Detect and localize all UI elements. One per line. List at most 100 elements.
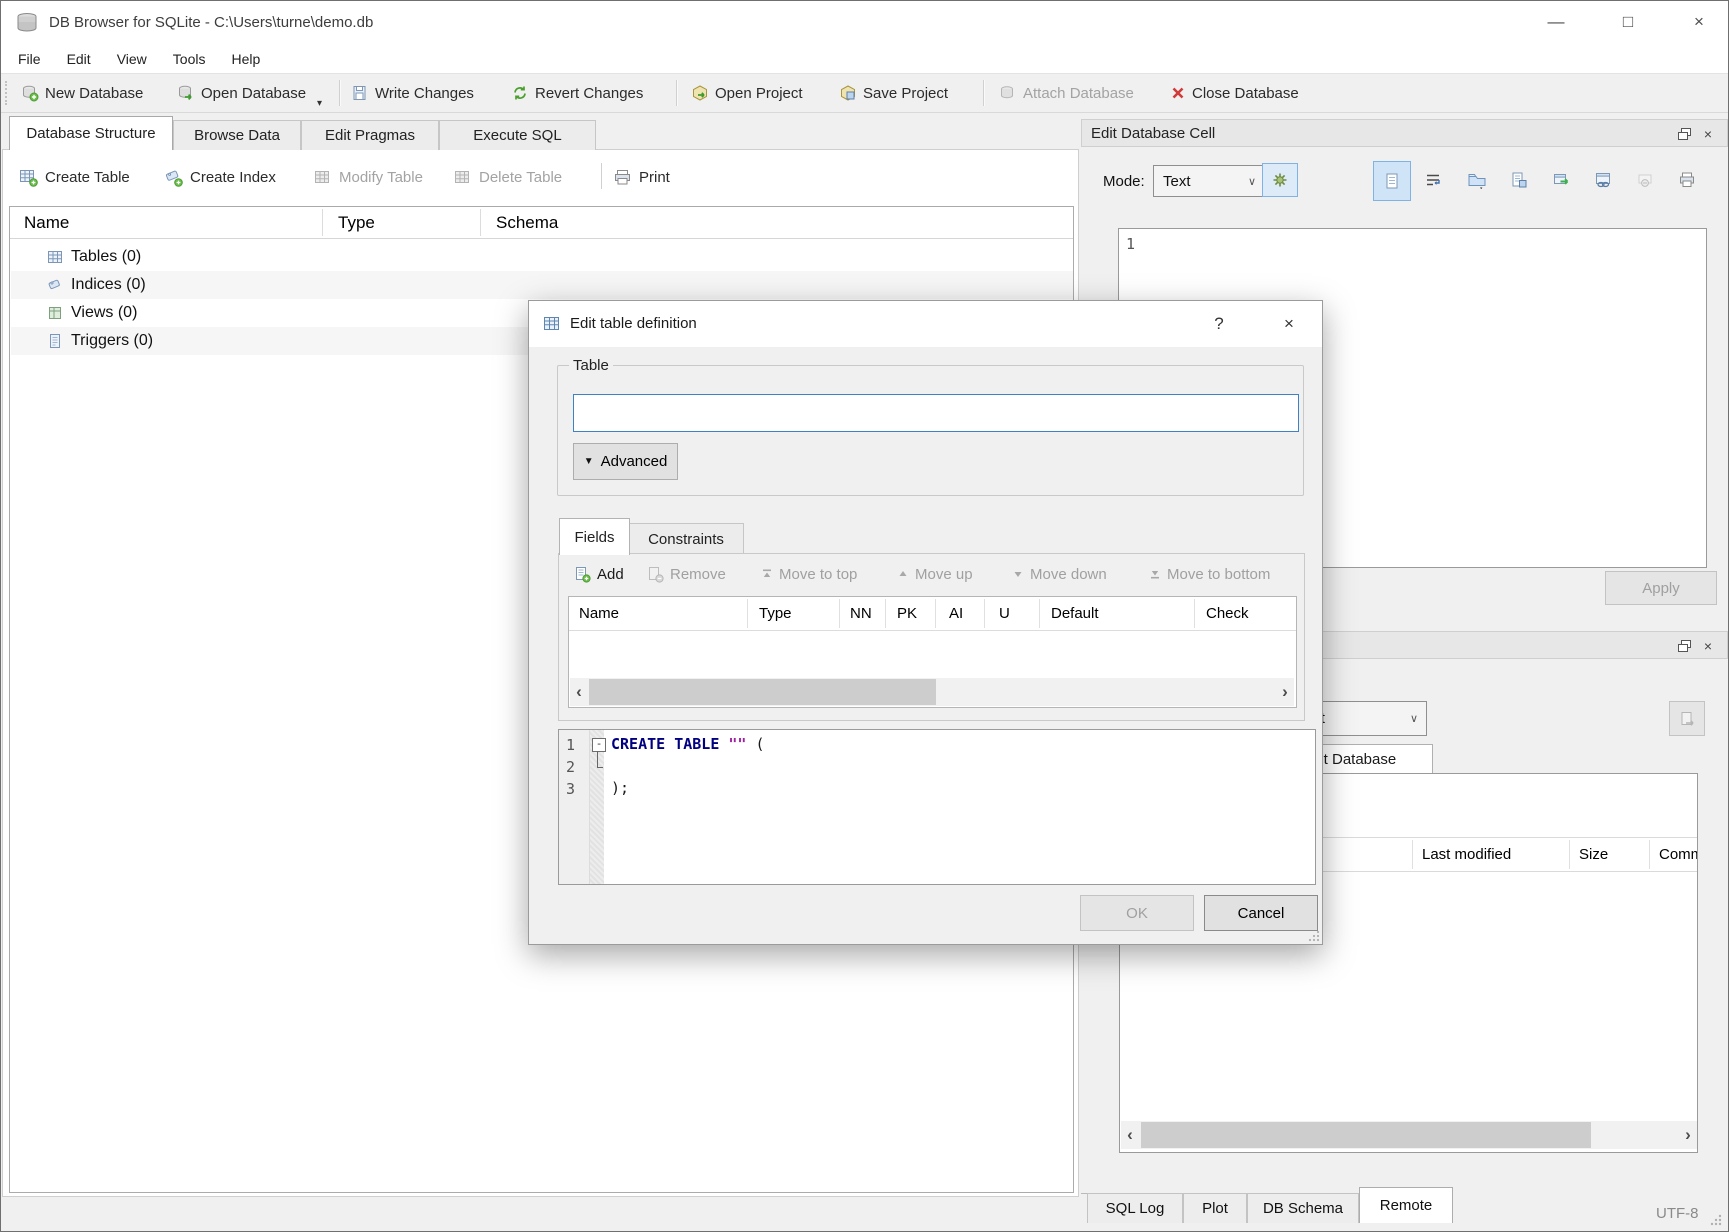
column-divider[interactable] bbox=[984, 599, 985, 628]
float-panel-icon[interactable] bbox=[1674, 637, 1694, 655]
dialog-resize-grip[interactable] bbox=[1307, 929, 1321, 943]
field-column-name[interactable]: Name bbox=[579, 597, 619, 630]
create-index-button[interactable]: Create Index bbox=[164, 157, 276, 197]
move-down-button[interactable]: Move down bbox=[1012, 559, 1107, 589]
tab-plot[interactable]: Plot bbox=[1183, 1193, 1247, 1223]
scroll-left-icon[interactable]: ‹ bbox=[570, 678, 588, 706]
tab-sql-log[interactable]: SQL Log bbox=[1087, 1193, 1183, 1223]
scrollbar-thumb[interactable] bbox=[589, 679, 936, 705]
sql-preview-editor[interactable]: 1 2 3 - CREATE TABLE "" ( ); bbox=[558, 729, 1316, 885]
column-divider[interactable] bbox=[1412, 840, 1413, 869]
link-data-button[interactable] bbox=[1585, 161, 1621, 199]
close-database-button[interactable]: Close Database bbox=[1170, 74, 1299, 112]
import-text-button[interactable] bbox=[1457, 161, 1497, 199]
word-wrap-button[interactable] bbox=[1415, 161, 1451, 199]
print-button[interactable]: Print bbox=[613, 157, 670, 197]
column-divider[interactable] bbox=[839, 599, 840, 628]
write-changes-button[interactable]: Write Changes bbox=[351, 74, 474, 112]
column-divider[interactable] bbox=[1649, 840, 1650, 869]
remote-horizontal-scrollbar[interactable]: ‹ › bbox=[1121, 1121, 1697, 1149]
tab-constraints[interactable]: Constraints bbox=[628, 523, 744, 555]
menu-edit[interactable]: Edit bbox=[67, 51, 91, 67]
scroll-right-icon[interactable]: › bbox=[1276, 678, 1294, 706]
open-in-external-button[interactable] bbox=[1543, 161, 1579, 199]
column-divider[interactable] bbox=[480, 209, 481, 236]
menu-file[interactable]: File bbox=[18, 51, 41, 67]
scroll-right-icon[interactable]: › bbox=[1679, 1121, 1697, 1149]
export-text-button[interactable] bbox=[1501, 161, 1537, 199]
column-last-modified[interactable]: Last modified bbox=[1422, 838, 1511, 871]
tab-browse-data[interactable]: Browse Data bbox=[173, 120, 301, 150]
fold-marker-icon[interactable]: - bbox=[592, 738, 606, 752]
fields-horizontal-scrollbar[interactable]: ‹ › bbox=[570, 678, 1294, 706]
tree-item-indices[interactable]: Indices (0) bbox=[11, 271, 1073, 299]
dialog-close-icon[interactable]: × bbox=[1274, 309, 1304, 339]
open-project-button[interactable]: Open Project bbox=[691, 74, 803, 112]
scroll-left-icon[interactable]: ‹ bbox=[1121, 1121, 1139, 1149]
menu-view[interactable]: View bbox=[117, 51, 147, 67]
column-divider[interactable] bbox=[747, 599, 748, 628]
new-database-button[interactable]: New Database bbox=[21, 74, 143, 112]
move-up-button[interactable]: Move up bbox=[897, 559, 973, 589]
tree-column-schema[interactable]: Schema bbox=[496, 207, 558, 238]
mode-combobox[interactable]: Text ∨ bbox=[1153, 165, 1265, 197]
tab-remote[interactable]: Remote bbox=[1359, 1187, 1453, 1223]
field-column-default[interactable]: Default bbox=[1051, 597, 1099, 630]
column-commit[interactable]: Comm bbox=[1659, 838, 1698, 871]
text-mode-button[interactable] bbox=[1373, 161, 1411, 201]
save-project-button[interactable]: Save Project bbox=[839, 74, 948, 112]
revert-changes-button[interactable]: Revert Changes bbox=[511, 74, 643, 112]
create-table-button[interactable]: Create Table bbox=[19, 157, 130, 197]
column-divider[interactable] bbox=[885, 599, 886, 628]
ok-button[interactable]: OK bbox=[1080, 895, 1194, 931]
move-to-top-button[interactable]: Move to top bbox=[761, 559, 857, 589]
modify-table-button[interactable]: Modify Table bbox=[313, 157, 423, 197]
close-panel-icon[interactable]: × bbox=[1698, 637, 1718, 655]
print-cell-button[interactable] bbox=[1669, 161, 1705, 199]
remove-field-button[interactable]: Remove bbox=[647, 559, 726, 589]
maximize-icon[interactable]: □ bbox=[1611, 7, 1645, 37]
open-database-button[interactable]: Open Database bbox=[177, 74, 306, 112]
edit-cell-dock-header[interactable]: Edit Database Cell × bbox=[1081, 119, 1728, 147]
tab-database-structure[interactable]: Database Structure bbox=[9, 116, 173, 150]
column-divider[interactable] bbox=[322, 209, 323, 236]
scrollbar-thumb[interactable] bbox=[1141, 1122, 1591, 1148]
help-icon[interactable]: ? bbox=[1204, 309, 1234, 339]
tab-execute-sql[interactable]: Execute SQL bbox=[439, 120, 596, 150]
close-icon[interactable]: × bbox=[1682, 7, 1716, 37]
open-database-dropdown-icon[interactable]: ▾ bbox=[317, 98, 322, 109]
field-column-check[interactable]: Check bbox=[1206, 597, 1249, 630]
set-null-button[interactable] bbox=[1627, 161, 1663, 199]
tab-fields[interactable]: Fields bbox=[559, 518, 630, 555]
attach-database-button[interactable]: Attach Database bbox=[999, 74, 1134, 112]
delete-table-button[interactable]: Delete Table bbox=[453, 157, 562, 197]
add-field-button[interactable]: Add bbox=[574, 559, 624, 589]
close-panel-icon[interactable]: × bbox=[1698, 125, 1718, 143]
column-divider[interactable] bbox=[935, 599, 936, 628]
tab-edit-pragmas[interactable]: Edit Pragmas bbox=[301, 120, 439, 150]
tree-item-tables[interactable]: Tables (0) bbox=[11, 243, 1073, 271]
field-column-nn[interactable]: NN bbox=[850, 597, 872, 630]
cancel-button[interactable]: Cancel bbox=[1204, 895, 1318, 931]
column-divider[interactable] bbox=[1194, 599, 1195, 628]
push-database-button[interactable] bbox=[1669, 701, 1705, 736]
field-column-pk[interactable]: PK bbox=[897, 597, 917, 630]
tree-column-type[interactable]: Type bbox=[338, 207, 375, 238]
table-name-input[interactable] bbox=[573, 394, 1299, 432]
toolbar-grip[interactable] bbox=[5, 81, 10, 105]
move-to-bottom-button[interactable]: Move to bottom bbox=[1149, 559, 1270, 589]
apply-button[interactable]: Apply bbox=[1605, 571, 1717, 605]
field-column-ai[interactable]: AI bbox=[949, 597, 963, 630]
menu-tools[interactable]: Tools bbox=[173, 51, 206, 67]
auto-switch-mode-button[interactable] bbox=[1262, 163, 1298, 197]
tab-db-schema[interactable]: DB Schema bbox=[1247, 1193, 1359, 1223]
tree-column-name[interactable]: Name bbox=[24, 207, 69, 238]
advanced-button[interactable]: ▼ Advanced bbox=[573, 443, 678, 480]
window-resize-grip[interactable] bbox=[1709, 1213, 1723, 1227]
float-panel-icon[interactable] bbox=[1674, 125, 1694, 143]
column-size[interactable]: Size bbox=[1579, 838, 1608, 871]
column-divider[interactable] bbox=[1569, 840, 1570, 869]
field-column-type[interactable]: Type bbox=[759, 597, 792, 630]
column-divider[interactable] bbox=[1039, 599, 1040, 628]
minimize-icon[interactable]: — bbox=[1539, 7, 1573, 37]
